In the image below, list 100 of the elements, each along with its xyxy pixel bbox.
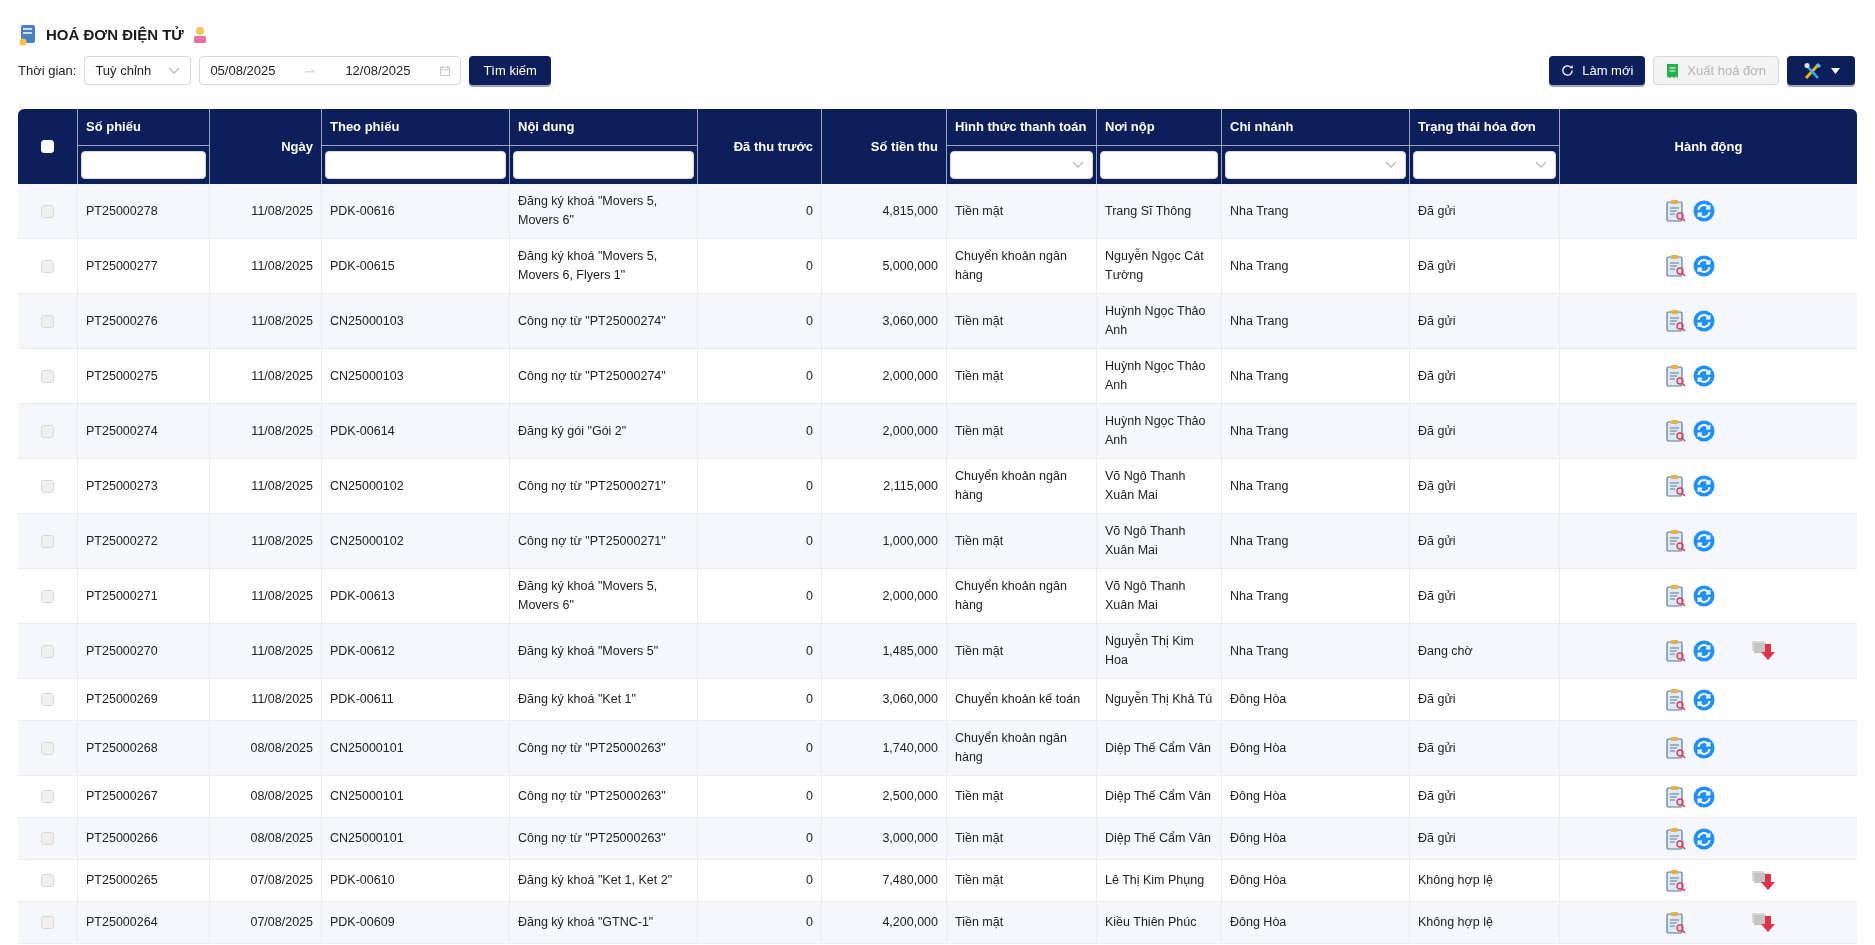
sync-icon[interactable] bbox=[1693, 310, 1715, 332]
sync-icon[interactable] bbox=[1693, 200, 1715, 222]
clipboard-search-icon[interactable] bbox=[1665, 826, 1687, 851]
table-cell-text: Đông Hòa bbox=[1230, 830, 1287, 847]
table-cell-text: CN25000102 bbox=[330, 477, 404, 495]
checkbox[interactable] bbox=[41, 874, 54, 887]
table-cell-text: 0 bbox=[806, 691, 813, 708]
clipboard-search-icon[interactable] bbox=[1665, 529, 1687, 553]
table-cell-text: Tiền mặt bbox=[955, 202, 1004, 220]
table-cell-text: 1,000,000 bbox=[882, 532, 938, 550]
date-range-field[interactable]: 05/08/2025 12/08/2025 bbox=[199, 56, 462, 85]
table-cell-text: Nha Trang bbox=[1230, 477, 1289, 495]
sync-icon[interactable] bbox=[1693, 585, 1715, 607]
sync-icon[interactable] bbox=[1693, 530, 1715, 552]
column-header: Ngày bbox=[281, 137, 313, 156]
checkbox[interactable] bbox=[41, 424, 54, 438]
table-cell-text: Đăng ký khoá "GTNC-1" bbox=[518, 914, 654, 931]
table-cell-text: 0 bbox=[806, 367, 813, 385]
table-cell-text: Tiền mặt bbox=[955, 788, 1004, 805]
table-cell-text: PDK-00612 bbox=[330, 642, 395, 660]
table-cell-text: Nha Trang bbox=[1230, 422, 1289, 440]
checkbox[interactable] bbox=[41, 741, 54, 755]
search-button[interactable]: Tìm kiếm bbox=[469, 56, 551, 85]
sync-icon[interactable] bbox=[1693, 420, 1715, 442]
clipboard-search-icon[interactable] bbox=[1665, 199, 1687, 223]
table-cell-text: Diệp Thế Cẩm Vân bbox=[1105, 739, 1212, 757]
sync-icon[interactable] bbox=[1693, 475, 1715, 497]
checkbox[interactable] bbox=[41, 314, 54, 328]
table-cell-text: Công nợ từ "PT25000263" bbox=[518, 739, 666, 757]
table-cell-text: PT25000276 bbox=[86, 312, 158, 330]
table-cell-text: Đông Hòa bbox=[1230, 691, 1287, 708]
table-cell-text: 2,000,000 bbox=[882, 422, 938, 440]
table-cell-text: 1,740,000 bbox=[882, 739, 938, 757]
checkbox[interactable] bbox=[41, 534, 54, 548]
tools-dropdown-button[interactable] bbox=[1787, 56, 1855, 85]
column-filter-field[interactable] bbox=[325, 151, 506, 179]
table-cell-text: Tiền mặt bbox=[955, 312, 1004, 330]
refresh-button[interactable]: Làm mới bbox=[1549, 56, 1646, 85]
checkbox[interactable] bbox=[41, 644, 54, 658]
table-cell-text: PDK-00616 bbox=[330, 202, 395, 220]
table-cell-text: Đông Hòa bbox=[1230, 788, 1287, 805]
table-cell-text: 3,060,000 bbox=[882, 691, 938, 708]
download-icon[interactable] bbox=[1751, 640, 1777, 662]
checkbox[interactable] bbox=[41, 369, 54, 383]
checkbox[interactable] bbox=[41, 916, 54, 929]
table-cell-text: PDK-00613 bbox=[330, 587, 395, 605]
column-filter-field[interactable] bbox=[513, 151, 694, 179]
table-cell-text: Đông Hòa bbox=[1230, 872, 1287, 889]
table-cell-text: Công nợ từ "PT25000274" bbox=[518, 312, 666, 330]
sync-icon[interactable] bbox=[1693, 737, 1715, 759]
clipboard-search-icon[interactable] bbox=[1665, 309, 1687, 333]
checkbox[interactable] bbox=[41, 589, 54, 603]
table-cell-text: CN25000101 bbox=[330, 830, 404, 847]
table-cell-text: PT25000265 bbox=[86, 872, 158, 889]
table-cell-text: 11/08/2025 bbox=[251, 691, 313, 708]
table-cell-text: 07/08/2025 bbox=[250, 872, 313, 889]
sync-icon[interactable] bbox=[1693, 365, 1715, 387]
clipboard-search-icon[interactable] bbox=[1665, 784, 1687, 809]
clipboard-search-icon[interactable] bbox=[1665, 584, 1687, 608]
arrow-right-icon bbox=[305, 67, 316, 74]
table-cell-text: PDK-00614 bbox=[330, 422, 395, 440]
column-filter-field[interactable] bbox=[1100, 151, 1218, 179]
checkbox[interactable] bbox=[41, 204, 54, 218]
table-cell-text: 11/08/2025 bbox=[251, 312, 313, 330]
clipboard-search-icon[interactable] bbox=[1665, 364, 1687, 388]
clipboard-search-icon[interactable] bbox=[1665, 474, 1687, 498]
period-select[interactable]: Tuỳ chỉnh bbox=[84, 56, 192, 85]
sync-icon[interactable] bbox=[1693, 785, 1715, 808]
table-cell-text: Lê Thị Kim Phụng bbox=[1105, 872, 1205, 889]
table-cell-text: Công nợ từ "PT25000271" bbox=[518, 477, 666, 495]
clipboard-search-icon[interactable] bbox=[1665, 254, 1687, 278]
checkbox[interactable] bbox=[41, 832, 54, 845]
checkbox[interactable] bbox=[41, 259, 54, 273]
table-cell-text: 11/08/2025 bbox=[251, 587, 313, 605]
clipboard-search-icon[interactable] bbox=[1665, 736, 1687, 760]
clipboard-search-icon[interactable] bbox=[1665, 687, 1687, 712]
table-cell-text: Đông Hòa bbox=[1230, 914, 1287, 931]
column-header: Số phiếu bbox=[86, 118, 141, 137]
checkbox[interactable] bbox=[41, 790, 54, 803]
clipboard-search-icon[interactable] bbox=[1665, 639, 1687, 663]
column-header: Chi nhánh bbox=[1230, 118, 1294, 137]
checkbox[interactable] bbox=[41, 479, 54, 493]
table-cell-text: Nha Trang bbox=[1230, 257, 1289, 275]
table-cell-text: 0 bbox=[806, 422, 813, 440]
clipboard-search-icon[interactable] bbox=[1665, 910, 1687, 935]
sync-icon[interactable] bbox=[1693, 827, 1715, 850]
checkbox[interactable] bbox=[41, 693, 54, 706]
table-cell-text: Đã gửi bbox=[1418, 532, 1456, 550]
clipboard-search-icon[interactable] bbox=[1665, 868, 1687, 893]
column-filter-field[interactable] bbox=[81, 151, 206, 179]
table-cell-text: 0 bbox=[806, 642, 813, 660]
sync-icon[interactable] bbox=[1693, 640, 1715, 662]
sync-icon[interactable] bbox=[1693, 688, 1715, 711]
download-icon[interactable] bbox=[1751, 911, 1777, 934]
sync-icon[interactable] bbox=[1693, 255, 1715, 277]
table-cell-text: Đăng ký khoá "Ket 1" bbox=[518, 691, 636, 708]
table-cell-text: PT25000272 bbox=[86, 532, 158, 550]
download-icon[interactable] bbox=[1751, 869, 1777, 892]
clipboard-search-icon[interactable] bbox=[1665, 419, 1687, 443]
table-cell-text: 7,480,000 bbox=[882, 872, 938, 889]
